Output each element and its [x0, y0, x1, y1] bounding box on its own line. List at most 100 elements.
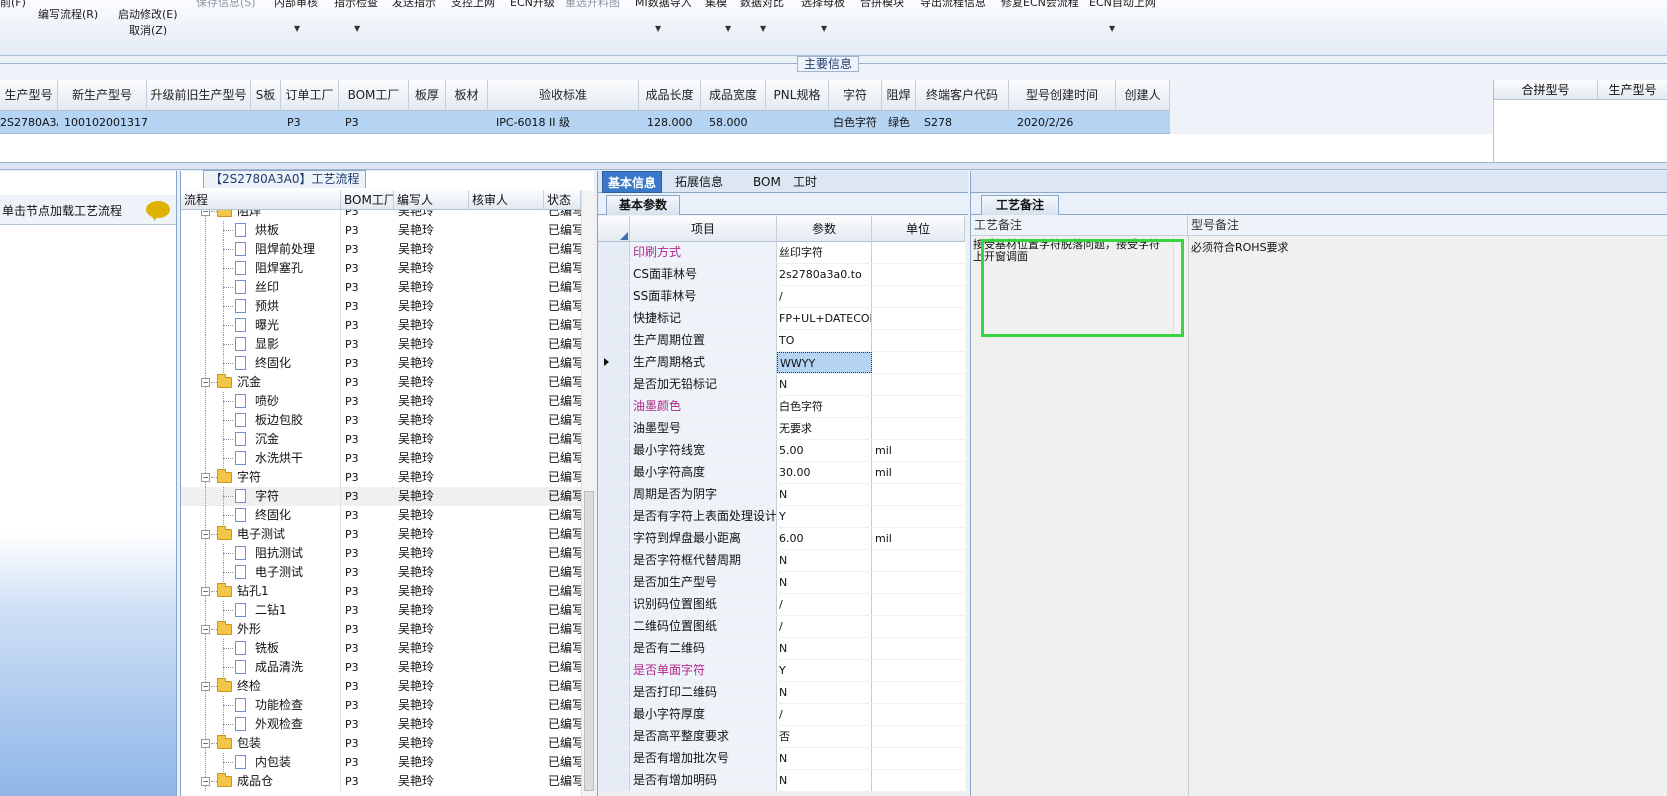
param-row[interactable]: 印刷方式 丝印字符 [598, 242, 965, 263]
tree-row[interactable]: 铣板 P3 吴艳玲 已编写 [181, 639, 581, 658]
tree-row[interactable]: 烘板 P3 吴艳玲 已编写 [181, 221, 581, 240]
tree-row[interactable]: − 字符 P3 吴艳玲 已编写 [181, 468, 581, 487]
main-grid-cell[interactable]: P3 [287, 111, 339, 134]
param-row[interactable]: 周期是否为阴字 N [598, 484, 965, 505]
row-indicator[interactable] [598, 638, 630, 659]
param-row[interactable]: 识别码位置图纸 / [598, 594, 965, 615]
param-row[interactable]: 是否有字符上表面处理设计 Y [598, 506, 965, 527]
param-value[interactable]: FP+UL+DATECODE [777, 308, 872, 329]
param-row[interactable]: 油墨型号 无要求 [598, 418, 965, 439]
toolbar-button-12[interactable]: 选择母板 ▼ [801, 0, 845, 33]
param-value[interactable]: N [777, 638, 872, 659]
param-value[interactable]: 2s2780a3a0.to [777, 264, 872, 285]
mid-tab-3[interactable]: 工时 [788, 171, 822, 193]
param-row[interactable]: SS面菲林号 / [598, 286, 965, 307]
param-value[interactable]: / [777, 594, 872, 615]
toolbar-button-16[interactable]: ECN自动上网 ▼ [1089, 0, 1156, 33]
tree-col-header[interactable]: 核审人 [469, 190, 544, 210]
row-indicator[interactable] [598, 264, 630, 285]
param-value[interactable]: WWYY [777, 352, 872, 373]
toolbar-button-13[interactable]: 合拼模块 [860, 0, 904, 10]
row-indicator[interactable] [598, 374, 630, 395]
tree-row[interactable]: − 阻焊 P3 吴艳玲 已编写 [181, 210, 581, 221]
param-value[interactable]: Y [777, 506, 872, 527]
param-row[interactable]: 是否有增加明码 N [598, 770, 965, 791]
param-row[interactable]: 是否有二维码 N [598, 638, 965, 659]
toolbar-button-15[interactable]: 修复ECN会流程 [1001, 0, 1079, 10]
param-row[interactable]: 是否打印二维码 N [598, 682, 965, 703]
dropdown-arrow-icon[interactable]: ▼ [294, 24, 300, 33]
param-value[interactable]: 5.00 [777, 440, 872, 461]
horizontal-splitter[interactable] [0, 162, 1667, 170]
param-row[interactable]: 油墨颜色 白色字符 [598, 396, 965, 417]
param-row[interactable]: 字符到焊盘最小距离 6.00 mil [598, 528, 965, 549]
main-col-header[interactable]: 订单工厂 [281, 80, 339, 111]
param-col-header[interactable]: 项目 [630, 216, 777, 242]
toolbar-button-0[interactable]: 编写流程(R) [38, 6, 98, 22]
row-indicator[interactable] [598, 396, 630, 417]
toolbar-button-sublabel[interactable]: 取消(Z) [129, 22, 167, 38]
toolbar-button-4[interactable]: 指示检查 ▼ [334, 0, 378, 33]
main-grid-cell[interactable] [766, 111, 829, 134]
tree-row[interactable]: 喷砂 P3 吴艳玲 已编写 [181, 392, 581, 411]
tree-row[interactable]: 预烘 P3 吴艳玲 已编写 [181, 297, 581, 316]
main-col-header[interactable]: 生产型号 [0, 80, 58, 111]
param-row[interactable]: 快捷标记FP+UL+DATECODE [598, 308, 965, 329]
toolbar-button-2[interactable]: 保存信息(S) [196, 0, 256, 10]
main-grid-cell[interactable] [147, 111, 251, 134]
tree-col-header[interactable]: 流程 [181, 190, 341, 210]
param-row[interactable]: 是否加无铅标记 N [598, 374, 965, 395]
row-indicator[interactable] [598, 440, 630, 461]
main-col-header[interactable]: 终端客户代码 [916, 80, 1009, 111]
row-indicator[interactable] [598, 550, 630, 571]
param-value[interactable]: / [777, 616, 872, 637]
param-value[interactable]: 6.00 [777, 528, 872, 549]
row-indicator[interactable] [598, 528, 630, 549]
toolbar-button-3[interactable]: 内部审核 ▼ [274, 0, 318, 33]
tree-row[interactable]: 水洗烘干 P3 吴艳玲 已编写 [181, 449, 581, 468]
mid-tab-0[interactable]: 基本信息 [602, 171, 663, 193]
tree-row[interactable]: − 沉金 P3 吴艳玲 已编写 [181, 373, 581, 392]
main-grid-cell[interactable]: IPC-6018 II 级 [496, 111, 639, 134]
row-indicator[interactable] [598, 682, 630, 703]
main-col-header[interactable]: 字符 [829, 80, 882, 111]
param-row[interactable]: 二维码位置图纸 / [598, 616, 965, 637]
tree-row[interactable]: − 外形 P3 吴艳玲 已编写 [181, 620, 581, 639]
tree-row[interactable]: 内包装 P3 吴艳玲 已编写 [181, 753, 581, 772]
param-value[interactable]: N [777, 484, 872, 505]
param-value[interactable]: N [777, 748, 872, 769]
main-grid-row[interactable]: 2S2780A3A0 10010200131794 P3 P3 IPC-6018 II … [0, 111, 1170, 134]
param-row[interactable]: 最小字符厚度 / [598, 704, 965, 725]
main-col-header[interactable]: 阻焊 [882, 80, 916, 111]
dropdown-arrow-icon[interactable]: ▼ [1109, 24, 1115, 33]
tree-row[interactable]: − 终检 P3 吴艳玲 已编写 [181, 677, 581, 696]
mid-tab-1[interactable]: 拓展信息 [670, 171, 728, 193]
row-indicator[interactable] [598, 748, 630, 769]
tree-col-header[interactable]: BOM工厂 [341, 190, 394, 210]
row-indicator[interactable] [598, 462, 630, 483]
row-indicator[interactable] [598, 484, 630, 505]
row-indicator[interactable] [598, 506, 630, 527]
param-row[interactable]: CS面菲林号 2s2780a3a0.to [598, 264, 965, 285]
main-grid-cell[interactable] [446, 111, 488, 134]
param-row[interactable]: 最小字符高度 30.00 mil [598, 462, 965, 483]
main-col-header[interactable]: 创建人 [1116, 80, 1170, 111]
tree-row[interactable]: 显影 P3 吴艳玲 已编写 [181, 335, 581, 354]
dropdown-arrow-icon[interactable]: ▼ [725, 24, 731, 33]
main-col-header[interactable]: 成品宽度 [701, 80, 766, 111]
tab-basic-params[interactable]: 基本参数 [606, 195, 681, 215]
tree-row[interactable]: 电子测试 P3 吴艳玲 已编写 [181, 563, 581, 582]
main-grid-cell[interactable]: 10010200131794 [64, 111, 147, 134]
mid-tab-2[interactable]: BOM [748, 171, 786, 193]
toolbar-button-11[interactable]: 数据对比 ▼ [740, 0, 784, 33]
toolbar-button-9[interactable]: MI数据导入 ▼ [635, 0, 692, 33]
row-indicator[interactable] [598, 352, 630, 373]
merge-col-header[interactable]: 合拼型号 [1494, 80, 1598, 100]
main-grid-cell[interactable] [1116, 111, 1170, 134]
tree-row[interactable]: − 包装 P3 吴艳玲 已编写 [181, 734, 581, 753]
tree-row[interactable]: 阻焊塞孔 P3 吴艳玲 已编写 [181, 259, 581, 278]
toolbar-left-stub[interactable]: 前(F) [0, 0, 26, 10]
tree-row[interactable]: 成品清洗 P3 吴艳玲 已编写 [181, 658, 581, 677]
main-grid-cell[interactable] [409, 111, 446, 134]
main-col-header[interactable]: 升级前旧生产型号 [147, 80, 251, 111]
